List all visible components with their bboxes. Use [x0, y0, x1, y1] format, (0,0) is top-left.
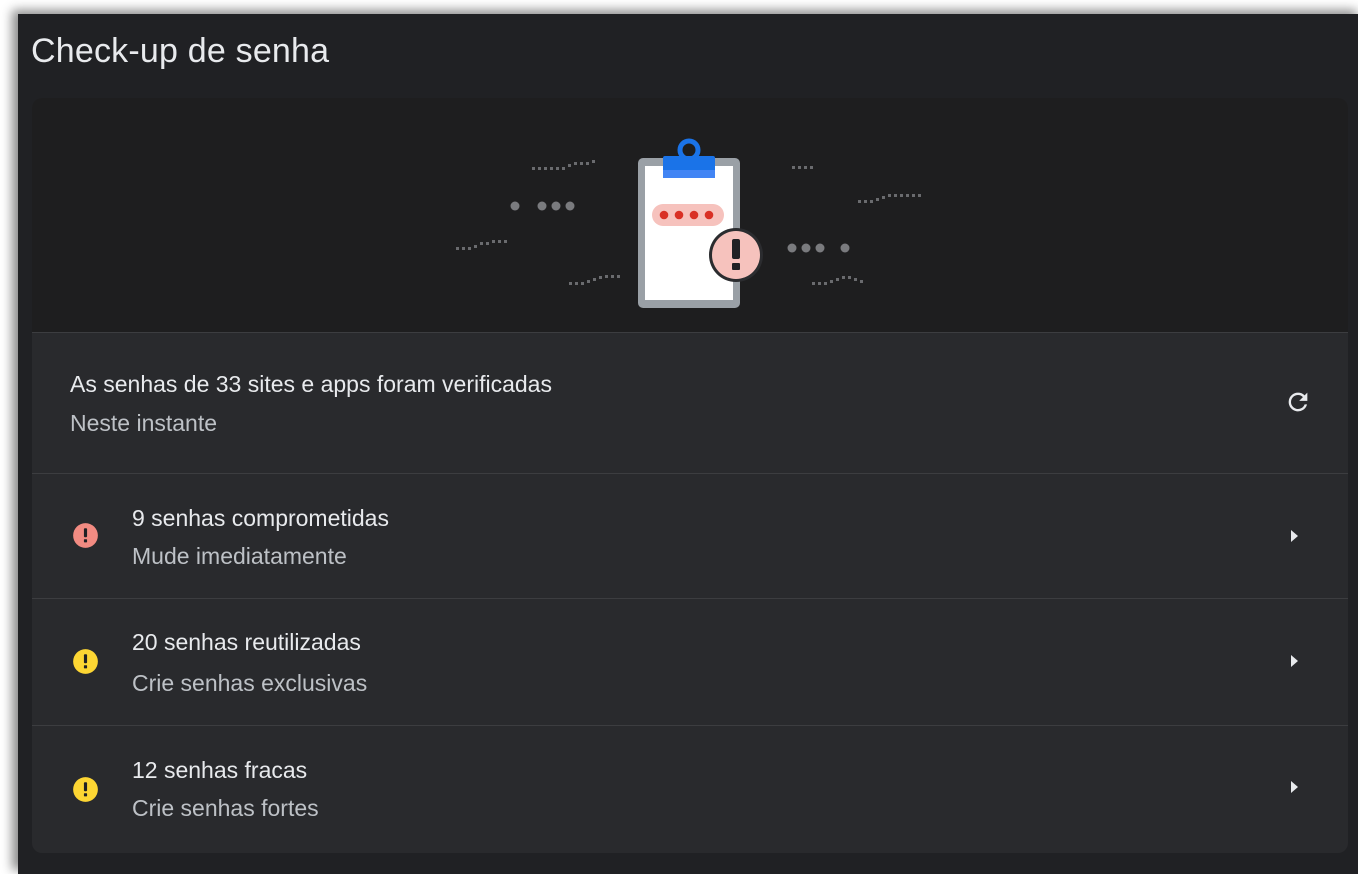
weak-passwords-title: 12 senhas fracas — [132, 757, 308, 783]
illustration-banner — [32, 98, 1348, 333]
warning-icon — [73, 649, 98, 674]
password-checkup-page: Check-up de senha As senhas de 33 sites … — [18, 14, 1358, 874]
reused-passwords-row[interactable]: 20 senhas reutilizadas Crie senhas exclu… — [32, 599, 1348, 726]
warning-icon — [73, 777, 98, 802]
refresh-button[interactable] — [1280, 384, 1316, 420]
checkup-status-timestamp: Neste instante — [70, 410, 218, 436]
checkup-status-title: As senhas de 33 sites e apps foram verif… — [70, 371, 552, 397]
password-checkup-card: As senhas de 33 sites e apps foram verif… — [32, 98, 1348, 853]
checkup-status: As senhas de 33 sites e apps foram verif… — [32, 333, 1348, 474]
page-title: Check-up de senha — [31, 32, 330, 70]
chevron-right-icon — [1291, 530, 1298, 542]
refresh-icon — [1288, 392, 1308, 412]
weak-passwords-subtitle: Crie senhas fortes — [132, 795, 319, 821]
error-icon — [73, 523, 98, 548]
compromised-passwords-subtitle: Mude imediatamente — [132, 543, 347, 569]
reused-passwords-subtitle: Crie senhas exclusivas — [132, 670, 368, 696]
clipboard-alert-illustration — [456, 138, 921, 308]
compromised-passwords-title: 9 senhas comprometidas — [132, 505, 389, 531]
chevron-right-icon — [1291, 781, 1298, 793]
reused-passwords-title: 20 senhas reutilizadas — [132, 629, 361, 655]
chevron-right-icon — [1291, 655, 1298, 667]
compromised-passwords-row[interactable]: 9 senhas comprometidas Mude imediatament… — [32, 474, 1348, 599]
weak-passwords-row[interactable]: 12 senhas fracas Crie senhas fortes — [32, 726, 1348, 853]
